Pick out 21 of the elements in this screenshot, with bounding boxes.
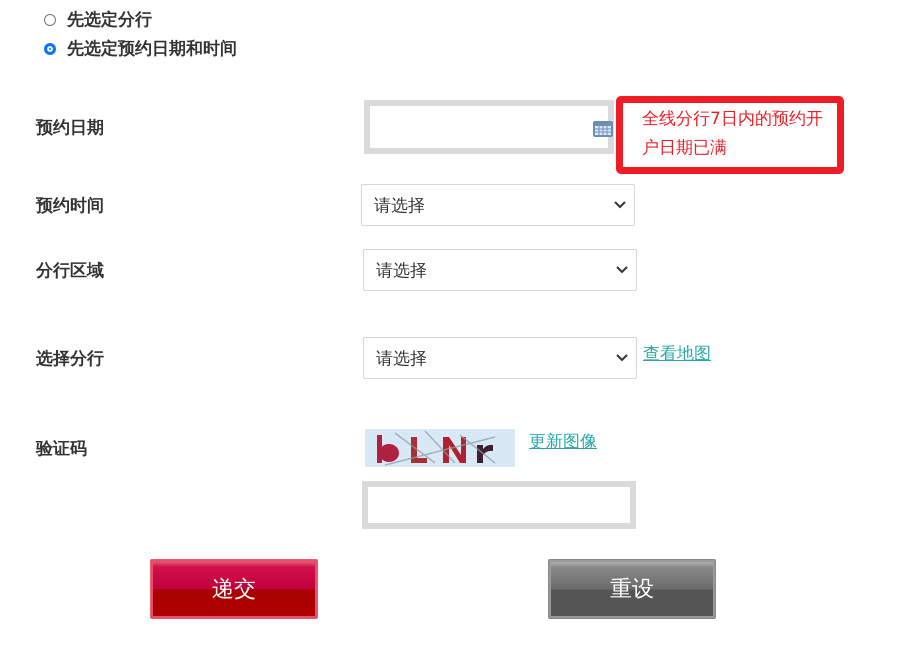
reset-button[interactable]: 重设 [548, 559, 716, 619]
field-label: 预约日期 [36, 116, 105, 138]
field-label: 选择分行 [36, 348, 105, 370]
submit-button[interactable]: 递交 [150, 559, 318, 619]
chevron-down-icon [616, 354, 628, 362]
field-label: 预约时间 [36, 194, 105, 216]
radio-button[interactable] [44, 42, 56, 54]
region-select[interactable]: 请选择 [363, 249, 637, 291]
date-field[interactable] [364, 100, 614, 154]
chevron-down-icon [614, 201, 626, 209]
branch-select[interactable]: 请选择 [363, 337, 637, 379]
field-label: 分行区域 [36, 260, 105, 282]
radio-option[interactable]: 先选定分行 [44, 8, 912, 31]
radio-button[interactable] [44, 14, 56, 26]
radio-option[interactable]: 先选定预约日期和时间 [44, 37, 912, 60]
chevron-down-icon [616, 266, 628, 274]
captcha-input[interactable] [362, 481, 636, 529]
calendar-icon [592, 120, 614, 138]
time-select[interactable]: 请选择 [361, 184, 635, 226]
field-label: 验证码 [36, 438, 88, 460]
error-message: 全线分行7日内的预约开户日期已满 [616, 96, 844, 174]
